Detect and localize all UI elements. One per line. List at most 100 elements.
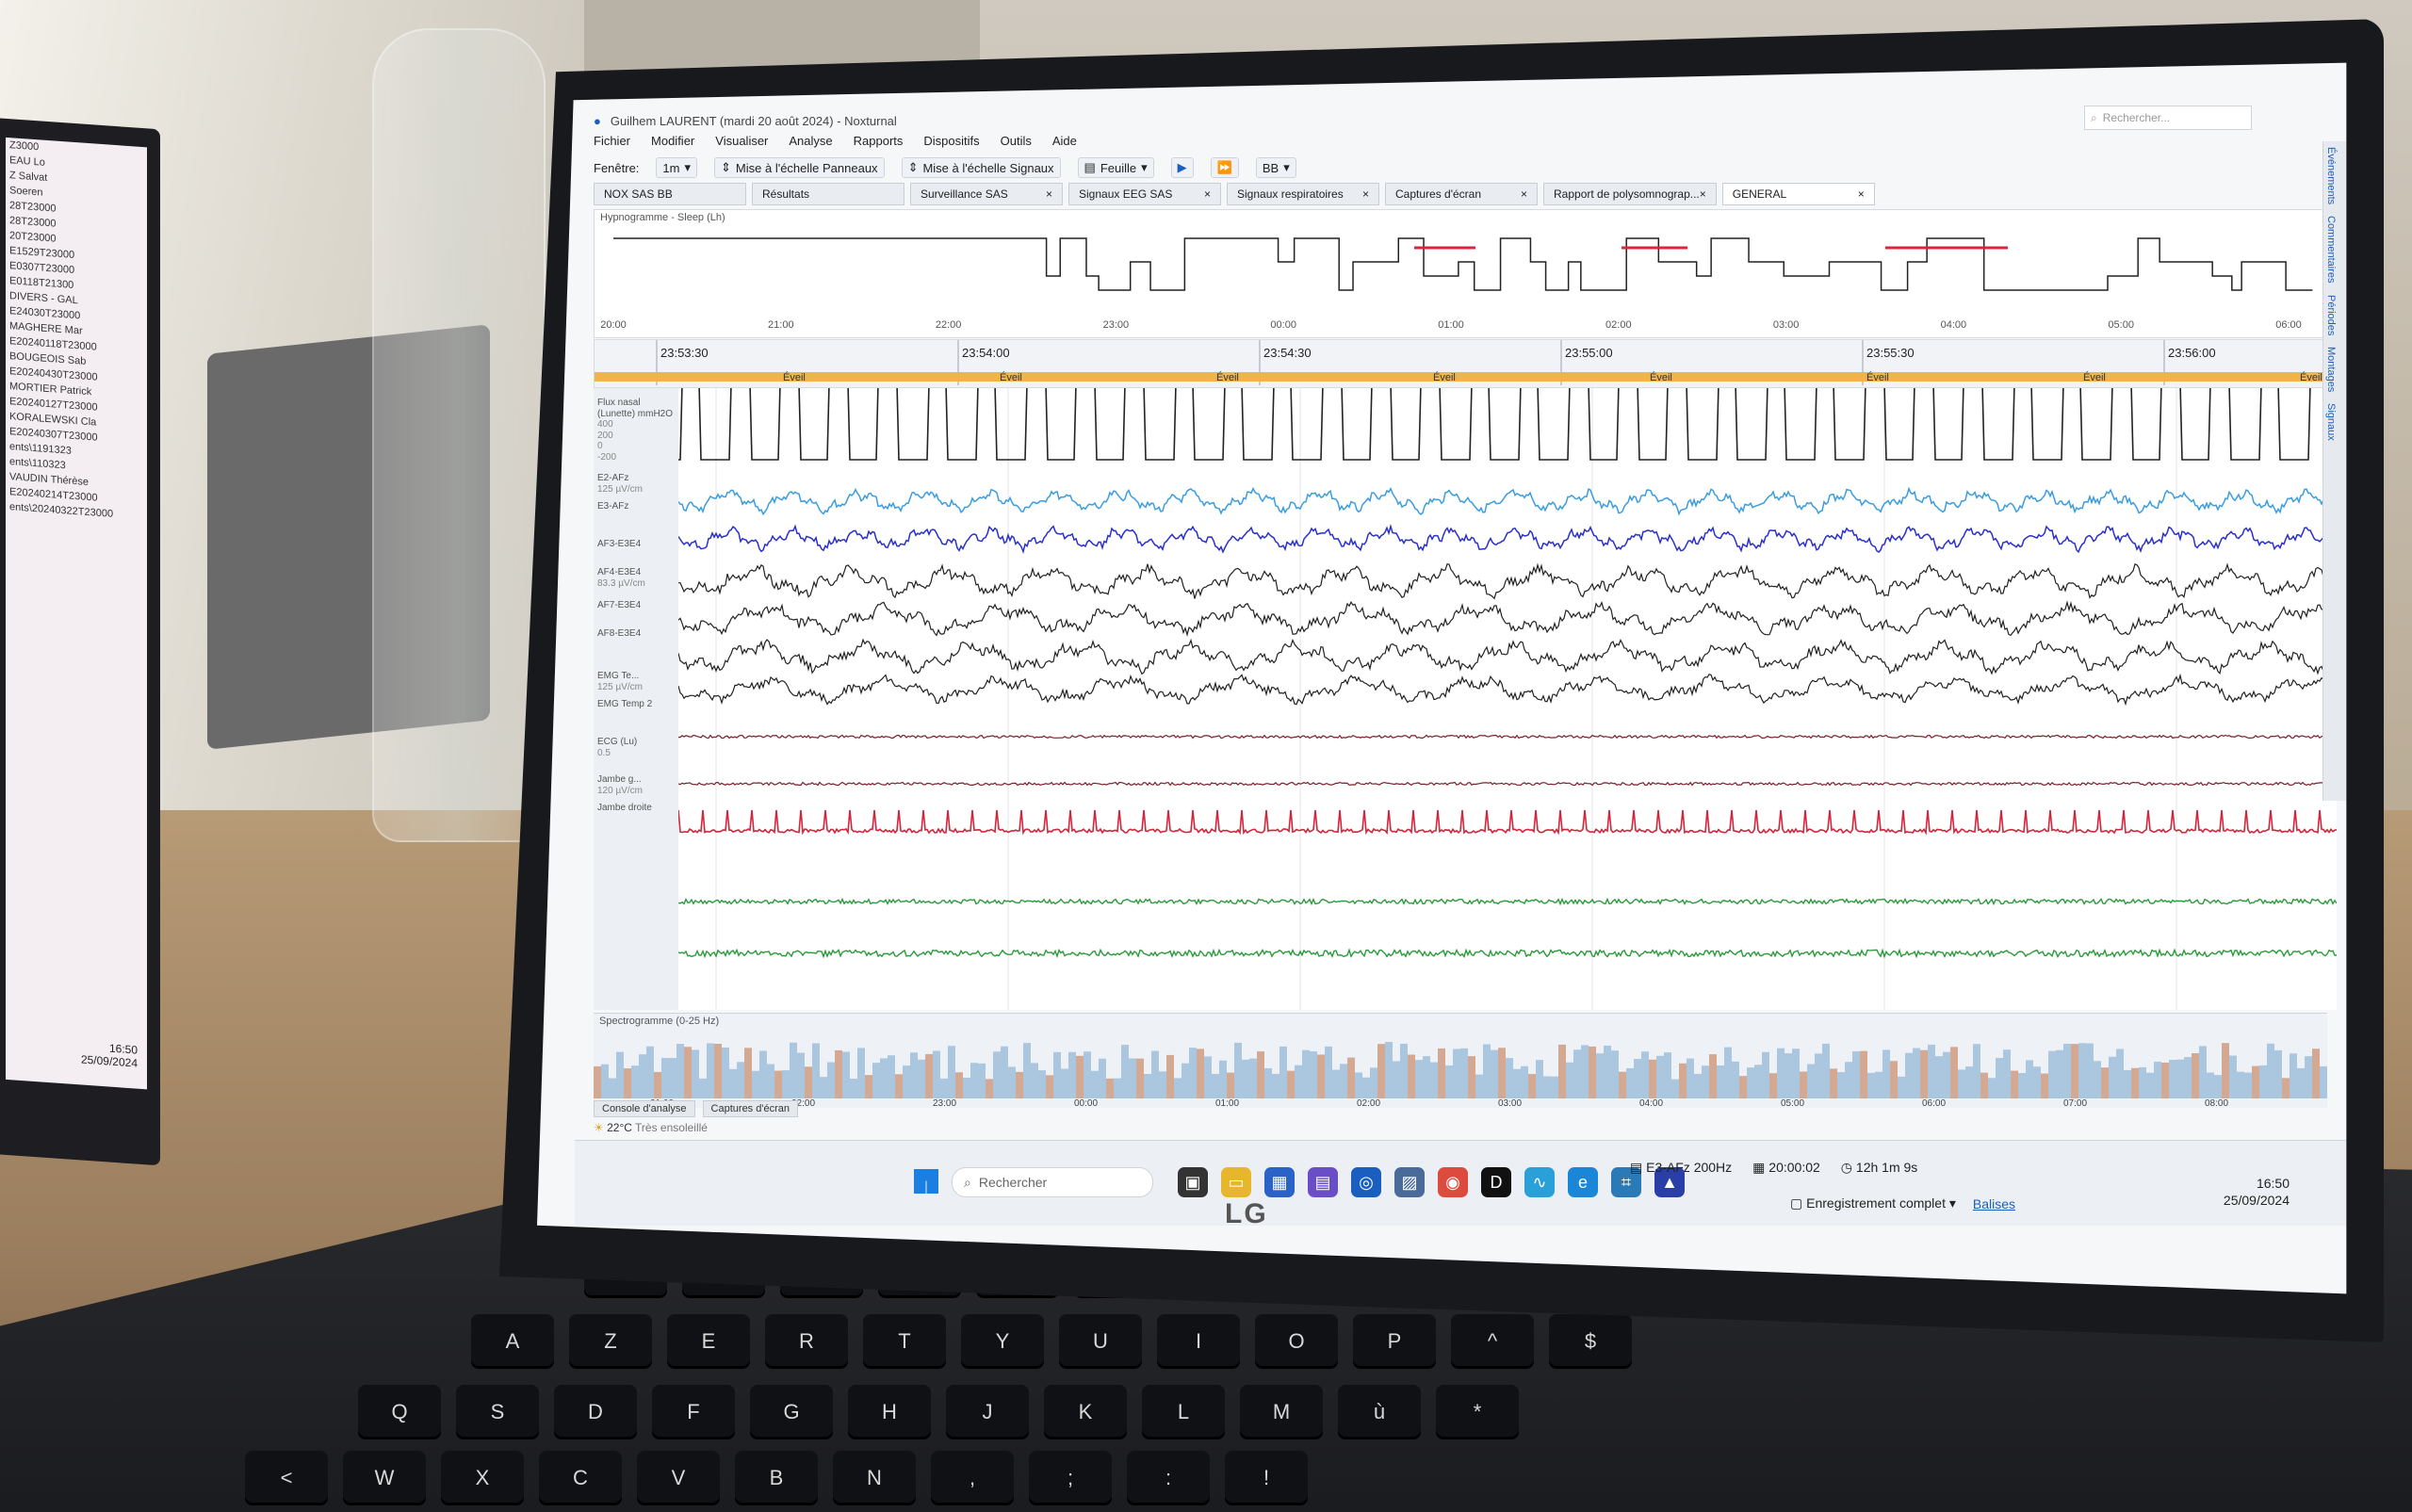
channel-label[interactable]: ECG (Lu) 0.5 bbox=[597, 737, 637, 758]
close-icon[interactable]: × bbox=[1858, 187, 1865, 201]
duration: ◷ 12h 1m 9s bbox=[1840, 1160, 1918, 1175]
chrome-icon[interactable]: ◉ bbox=[1438, 1167, 1468, 1197]
spectrogram-band bbox=[948, 1046, 955, 1098]
channel-label[interactable]: AF8-E3E4 bbox=[597, 628, 641, 640]
menu-item[interactable]: Dispositifs bbox=[923, 134, 979, 154]
spectrogram-band bbox=[1099, 1058, 1106, 1098]
tab-1[interactable]: Résultats bbox=[752, 183, 904, 205]
spectrogram-band bbox=[669, 1058, 676, 1098]
windows-start-icon[interactable] bbox=[914, 1169, 938, 1194]
channel-label[interactable]: EMG Temp 2 bbox=[597, 699, 652, 710]
close-icon[interactable]: × bbox=[1204, 187, 1211, 201]
teams-icon[interactable]: ▤ bbox=[1308, 1167, 1338, 1197]
key: W bbox=[343, 1451, 426, 1505]
channel-label[interactable]: E2-AFz 125 µV/cm bbox=[597, 473, 643, 495]
recording-state[interactable]: ▢ Enregistrement complet ▾ bbox=[1790, 1195, 1956, 1211]
channel-label[interactable]: E3-AFz bbox=[597, 501, 628, 512]
tab-2[interactable]: Surveillance SAS × bbox=[910, 183, 1063, 205]
channel-label[interactable]: AF3-E3E4 bbox=[597, 539, 641, 550]
key: S bbox=[456, 1385, 539, 1439]
taskbar-search[interactable]: ⌕ Rechercher bbox=[952, 1167, 1153, 1197]
spectrogram-band bbox=[1272, 1073, 1279, 1098]
side-tab[interactable]: Périodes bbox=[2323, 289, 2339, 341]
task-view-icon[interactable]: ▣ bbox=[1178, 1167, 1208, 1197]
sheet-button[interactable]: ▤ Feuille ▾ bbox=[1077, 157, 1154, 178]
hypnogram-plot[interactable]: 20:00 21:00 22:00 23:00 00:00 01:00 02:00 03:00… bbox=[595, 210, 2326, 335]
channel-label[interactable]: AF7-E3E4 bbox=[597, 600, 641, 611]
photo-scene: Z3000 EAU Lo Z Salvat Soeren 28T23000 28T2300… bbox=[0, 0, 2412, 1512]
spectrogram-band bbox=[2146, 1072, 2154, 1098]
spectrogram-band bbox=[1068, 1051, 1076, 1098]
file-explorer-icon[interactable]: ▭ bbox=[1221, 1167, 1251, 1197]
spectrogram-band bbox=[2131, 1067, 2139, 1098]
side-tab[interactable]: Montages bbox=[2323, 341, 2339, 398]
weather-widget[interactable]: ☀ 22°C Très ensoleillé bbox=[594, 1121, 708, 1134]
spectrogram-band bbox=[940, 1078, 948, 1098]
tab-3[interactable]: Signaux EEG SAS × bbox=[1068, 183, 1221, 205]
scale-panels-button[interactable]: ⇕ Mise à l'échelle Panneaux bbox=[714, 157, 885, 178]
scale-signals-button[interactable]: ⇕ Mise à l'échelle Signaux bbox=[901, 157, 1061, 178]
menu-item[interactable]: Fichier bbox=[594, 134, 630, 154]
signal-traces[interactable] bbox=[677, 382, 2338, 1010]
noxturnal-icon[interactable]: ∿ bbox=[1524, 1167, 1555, 1197]
spectrogram-band bbox=[1174, 1078, 1182, 1098]
key: M bbox=[1240, 1385, 1323, 1439]
spectrogram-band bbox=[1611, 1050, 1619, 1098]
close-icon[interactable]: × bbox=[1046, 187, 1052, 201]
channel-label[interactable]: Flux nasal (Lunette) mmH2O 400 200 0 -200 bbox=[597, 398, 678, 463]
channel-label[interactable]: EMG Te... 125 µV/cm bbox=[597, 671, 643, 692]
left-monitor: Z3000 EAU Lo Z Salvat Soeren 28T23000 28T2300… bbox=[0, 115, 160, 1166]
bottom-tab[interactable]: Console d'analyse bbox=[594, 1100, 695, 1117]
monitor-app-icon[interactable]: ▨ bbox=[1394, 1167, 1425, 1197]
menu-item[interactable]: Modifier bbox=[651, 134, 694, 154]
close-icon[interactable]: × bbox=[1700, 187, 1706, 201]
tab-6[interactable]: Rapport de polysomnograp... × bbox=[1543, 183, 1717, 205]
spectrogram-band bbox=[1249, 1058, 1257, 1098]
window-select[interactable]: 1m ▾ bbox=[656, 157, 698, 178]
menu-item[interactable]: Aide bbox=[1052, 134, 1077, 154]
menu-item[interactable]: Analyse bbox=[789, 134, 832, 154]
play-button[interactable]: ▶ bbox=[1170, 157, 1194, 178]
menu-item[interactable]: Outils bbox=[1001, 134, 1032, 154]
side-tab[interactable]: Commentaires bbox=[2323, 210, 2339, 289]
tab-5[interactable]: Captures d'écran × bbox=[1385, 183, 1538, 205]
bb-button[interactable]: BB ▾ bbox=[1255, 157, 1296, 178]
menu-item[interactable]: Rapports bbox=[854, 134, 904, 154]
system-clock[interactable]: 16:50 25/09/2024 bbox=[2224, 1175, 2290, 1209]
bottom-tab[interactable]: Captures d'écran bbox=[702, 1100, 798, 1117]
edge-icon[interactable]: e bbox=[1568, 1167, 1598, 1197]
channel-label[interactable]: AF4-E3E4 83.3 µV/cm bbox=[597, 567, 645, 589]
side-tab[interactable]: Événements bbox=[2323, 141, 2339, 210]
hypnogram-panel[interactable]: Hypnogramme - Sleep (Lh) 20:00 21:00 22:00… bbox=[594, 209, 2329, 338]
dashlane-icon[interactable]: D bbox=[1481, 1167, 1511, 1197]
spectrogram-band bbox=[1649, 1059, 1656, 1098]
beacons-link[interactable]: Balises bbox=[1973, 1196, 2015, 1211]
tab-4[interactable]: Signaux respiratoires × bbox=[1227, 183, 1379, 205]
spectrogram-band bbox=[1543, 1076, 1551, 1098]
fast-forward-button[interactable]: ⏩ bbox=[1210, 157, 1239, 178]
channel-label[interactable]: Jambe droite bbox=[597, 803, 652, 814]
store-icon[interactable]: ▦ bbox=[1264, 1167, 1295, 1197]
close-icon[interactable]: × bbox=[1521, 187, 1527, 201]
spectrogram-panel[interactable]: Spectrogramme (0-25 Hz) 21:0022:0023:000… bbox=[594, 1013, 2327, 1109]
keyboard-row-wxcv: < W X C V B N,;:! bbox=[245, 1451, 1308, 1505]
search-input[interactable]: ⌕ Rechercher... bbox=[2084, 106, 2252, 130]
menu-item[interactable]: Visualiser bbox=[715, 134, 768, 154]
signal-traces-panel[interactable] bbox=[677, 382, 2338, 1010]
settings-icon[interactable]: ◎ bbox=[1351, 1167, 1381, 1197]
spectrogram-band bbox=[1604, 1045, 1611, 1098]
side-tab[interactable]: Signaux bbox=[2323, 398, 2339, 447]
hypnogram-tick: 05:00 bbox=[2108, 319, 2134, 331]
spectrogram-band bbox=[782, 1070, 790, 1098]
channel-label[interactable]: Jambe g... 120 µV/cm bbox=[597, 774, 643, 796]
key: V bbox=[637, 1451, 720, 1505]
spectrogram-band bbox=[2274, 1049, 2282, 1098]
spectrogram-band bbox=[2154, 1061, 2161, 1098]
tab-7[interactable]: GENERAL × bbox=[1721, 183, 1875, 205]
key: ; bbox=[1029, 1451, 1112, 1505]
spectrogram-band bbox=[2116, 1049, 2124, 1098]
spectrogram-band bbox=[1129, 1058, 1136, 1098]
time-axis[interactable]: 23:53:30 23:54:00 23:54:30 23:55:00 23:55:30… bbox=[594, 339, 2329, 388]
tab-0[interactable]: NOX SAS BB bbox=[594, 183, 746, 205]
close-icon[interactable]: × bbox=[1362, 187, 1369, 201]
